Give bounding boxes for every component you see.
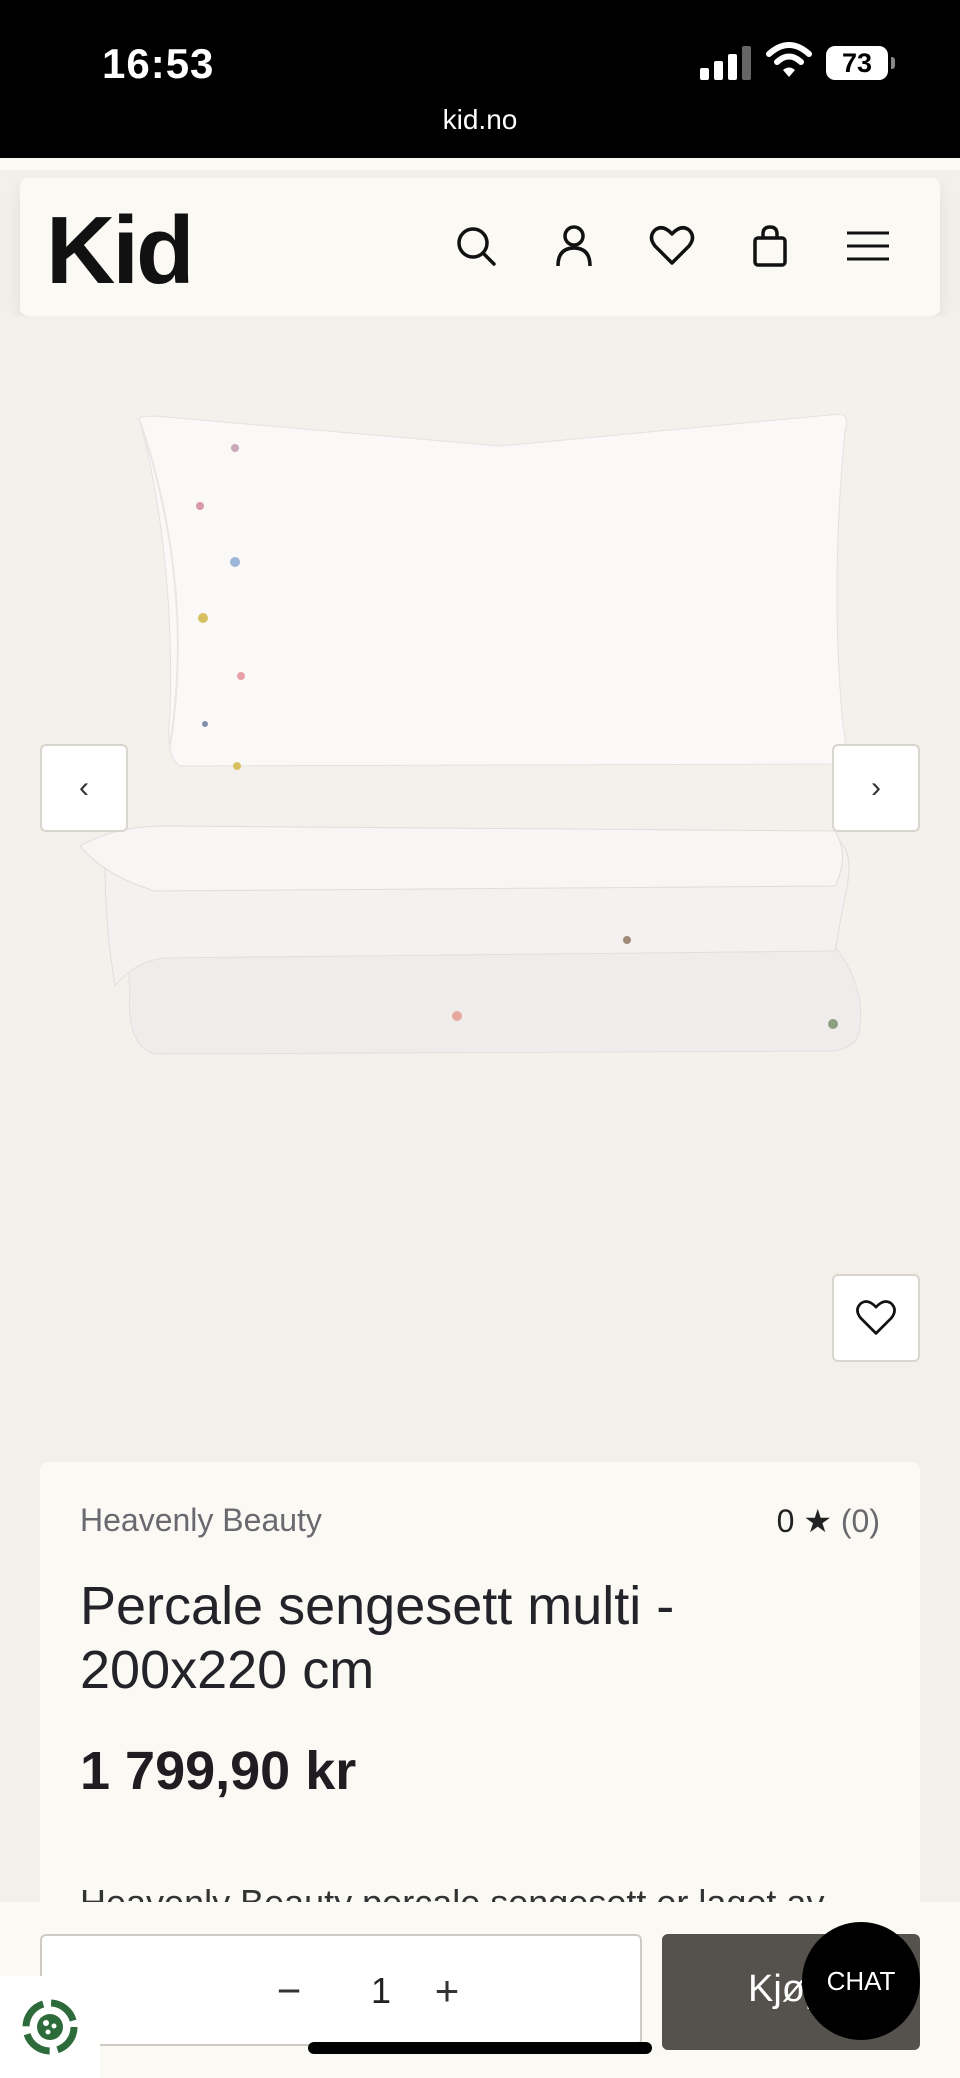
- menu-icon[interactable]: [842, 220, 894, 272]
- product-title: Percale sengesett multi - 200x220 cm: [80, 1576, 675, 1700]
- recycle-icon: [22, 1999, 78, 2055]
- status-bar: 16:53 73 kid.no: [0, 0, 960, 158]
- logo[interactable]: Kid: [46, 196, 195, 306]
- home-indicator: [308, 2042, 652, 2054]
- gallery-next-button[interactable]: ›: [832, 744, 920, 832]
- heart-icon: [856, 1300, 896, 1335]
- product-brand[interactable]: Heavenly Beauty: [80, 1502, 322, 1539]
- product-image: [45, 386, 915, 1176]
- page: 16:53 73 kid.no Kid ‹ › Heavenly Beauty …: [0, 0, 960, 2078]
- star-icon: ★: [803, 1503, 832, 1539]
- wifi-icon: [766, 42, 812, 77]
- heart-icon[interactable]: [646, 220, 698, 272]
- header-spacer: [0, 158, 960, 170]
- quantity-increase-button[interactable]: +: [422, 1966, 472, 2016]
- chat-button[interactable]: CHAT: [802, 1922, 920, 2040]
- gallery-prev-button[interactable]: ‹: [40, 744, 128, 832]
- url-bar[interactable]: kid.no: [0, 104, 960, 136]
- status-time: 16:53: [102, 40, 215, 87]
- battery-tip: [891, 57, 895, 69]
- battery-icon: 73: [826, 46, 888, 80]
- bag-icon[interactable]: [744, 220, 796, 272]
- product-gallery: ‹ ›: [0, 316, 960, 1406]
- rating-count: (0): [840, 1503, 880, 1539]
- user-icon[interactable]: [548, 220, 600, 272]
- signal-icon: [700, 46, 752, 80]
- site-header: Kid: [20, 178, 940, 316]
- search-icon[interactable]: [450, 220, 502, 272]
- product-rating[interactable]: 0 ★ (0): [777, 1502, 880, 1540]
- quantity-decrease-button[interactable]: −: [264, 1966, 314, 2016]
- favorite-button[interactable]: [832, 1274, 920, 1362]
- quantity-value[interactable]: 1: [356, 1966, 406, 2016]
- rating-value: 0: [776, 1503, 795, 1539]
- product-price: 1 799,90 kr: [80, 1741, 357, 1801]
- quantity-stepper: − 1 +: [40, 1934, 642, 2046]
- eco-badge[interactable]: [0, 1976, 100, 2078]
